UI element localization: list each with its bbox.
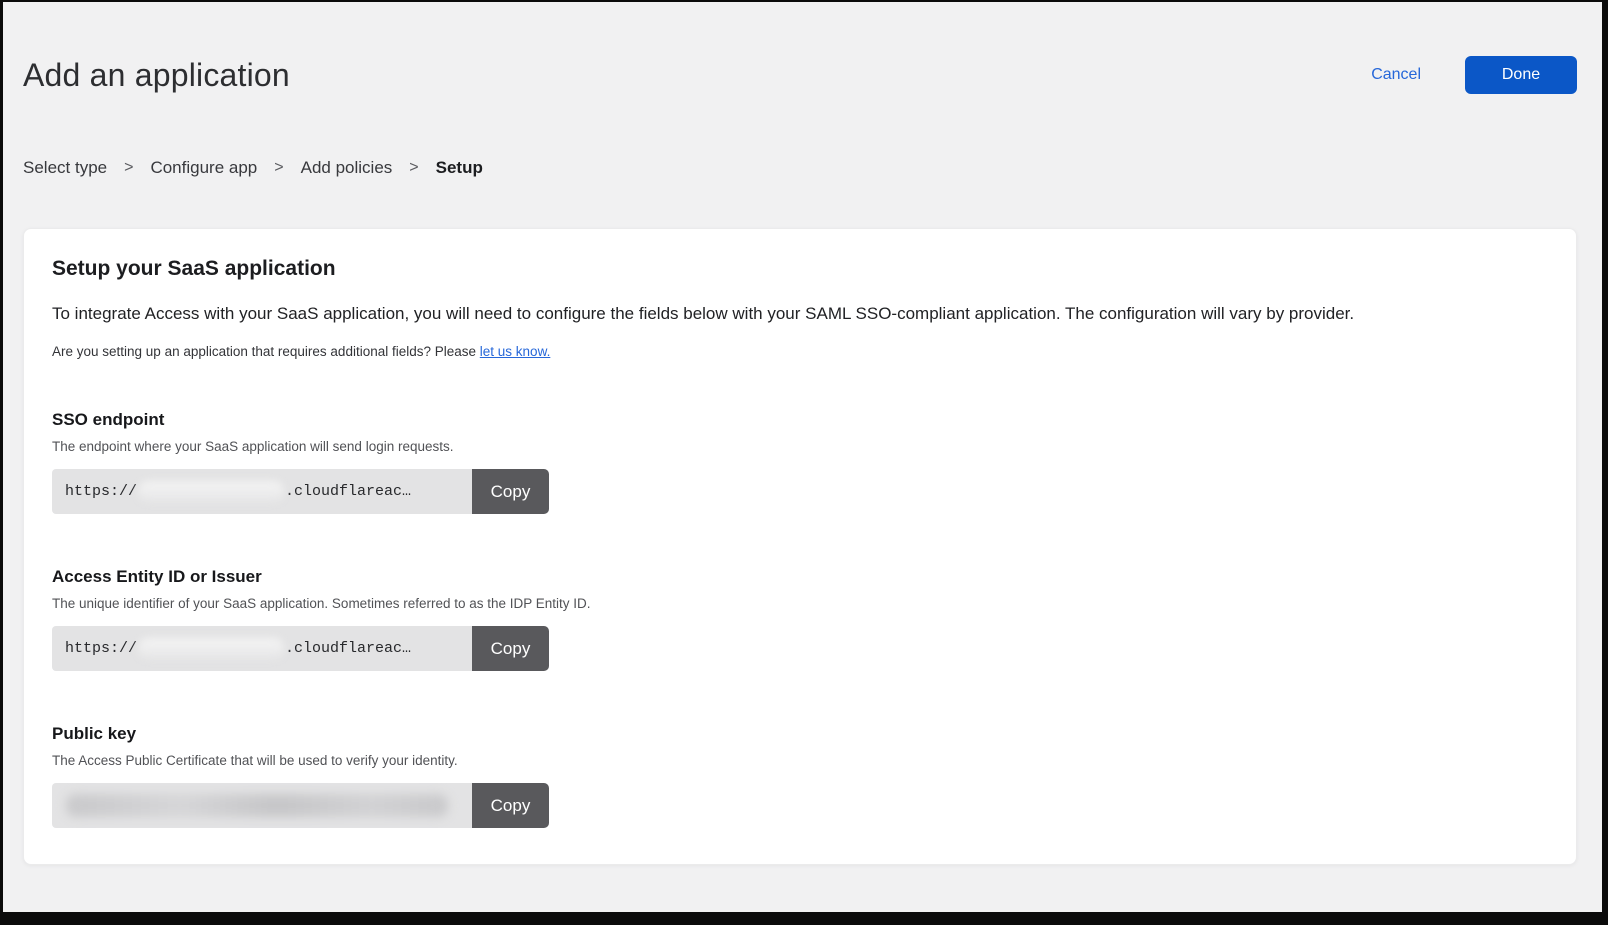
copy-button-entity-id[interactable]: Copy — [472, 626, 549, 671]
copy-button-sso-endpoint[interactable]: Copy — [472, 469, 549, 514]
setup-card: Setup your SaaS application To integrate… — [23, 228, 1577, 865]
breadcrumb-separator: > — [409, 159, 418, 177]
value-prefix: https:// — [65, 483, 137, 500]
window-frame: Add an application Cancel Done Select ty… — [0, 0, 1608, 925]
value-prefix: https:// — [65, 640, 137, 657]
entity-id-section: Access Entity ID or Issuer The unique id… — [52, 567, 1548, 671]
breadcrumb-step-select-type[interactable]: Select type — [23, 158, 107, 178]
intro-text: To integrate Access with your SaaS appli… — [52, 302, 1548, 325]
entity-id-value: https:// .cloudflareac… — [52, 626, 472, 671]
field-row: Copy — [52, 783, 549, 828]
breadcrumb-separator: > — [124, 159, 133, 177]
cancel-button[interactable]: Cancel — [1371, 66, 1421, 84]
additional-fields-note: Are you setting up an application that r… — [52, 344, 1548, 359]
done-button[interactable]: Done — [1465, 56, 1577, 94]
field-label: Access Entity ID or Issuer — [52, 567, 1548, 587]
sso-endpoint-value: https:// .cloudflareac… — [52, 469, 472, 514]
card-heading: Setup your SaaS application — [52, 257, 1548, 281]
field-description: The Access Public Certificate that will … — [52, 753, 1548, 768]
field-label: Public key — [52, 724, 1548, 744]
field-label: SSO endpoint — [52, 410, 1548, 430]
field-description: The endpoint where your SaaS application… — [52, 439, 1548, 454]
breadcrumb: Select type > Configure app > Add polici… — [23, 158, 1577, 178]
let-us-know-link[interactable]: let us know. — [480, 344, 551, 359]
header-actions: Cancel Done — [1371, 56, 1577, 94]
redacted-value-blur — [138, 481, 284, 502]
breadcrumb-step-setup: Setup — [436, 158, 483, 178]
breadcrumb-step-add-policies[interactable]: Add policies — [301, 158, 393, 178]
page-content: Add an application Cancel Done Select ty… — [3, 56, 1602, 865]
public-key-section: Public key The Access Public Certificate… — [52, 724, 1548, 828]
value-suffix: .cloudflareac… — [285, 483, 411, 500]
sso-endpoint-section: SSO endpoint The endpoint where your Saa… — [52, 410, 1548, 514]
public-key-value — [52, 783, 472, 828]
field-description: The unique identifier of your SaaS appli… — [52, 596, 1548, 611]
breadcrumb-step-configure-app[interactable]: Configure app — [150, 158, 257, 178]
page-title: Add an application — [23, 57, 290, 94]
value-suffix: .cloudflareac… — [285, 640, 411, 657]
field-row: https:// .cloudflareac… Copy — [52, 469, 549, 514]
redacted-value-blur — [66, 794, 448, 817]
field-row: https:// .cloudflareac… Copy — [52, 626, 549, 671]
breadcrumb-separator: > — [274, 159, 283, 177]
redacted-value-blur — [138, 638, 284, 659]
note-text: Are you setting up an application that r… — [52, 344, 480, 359]
page-header: Add an application Cancel Done — [23, 56, 1577, 94]
copy-button-public-key[interactable]: Copy — [472, 783, 549, 828]
